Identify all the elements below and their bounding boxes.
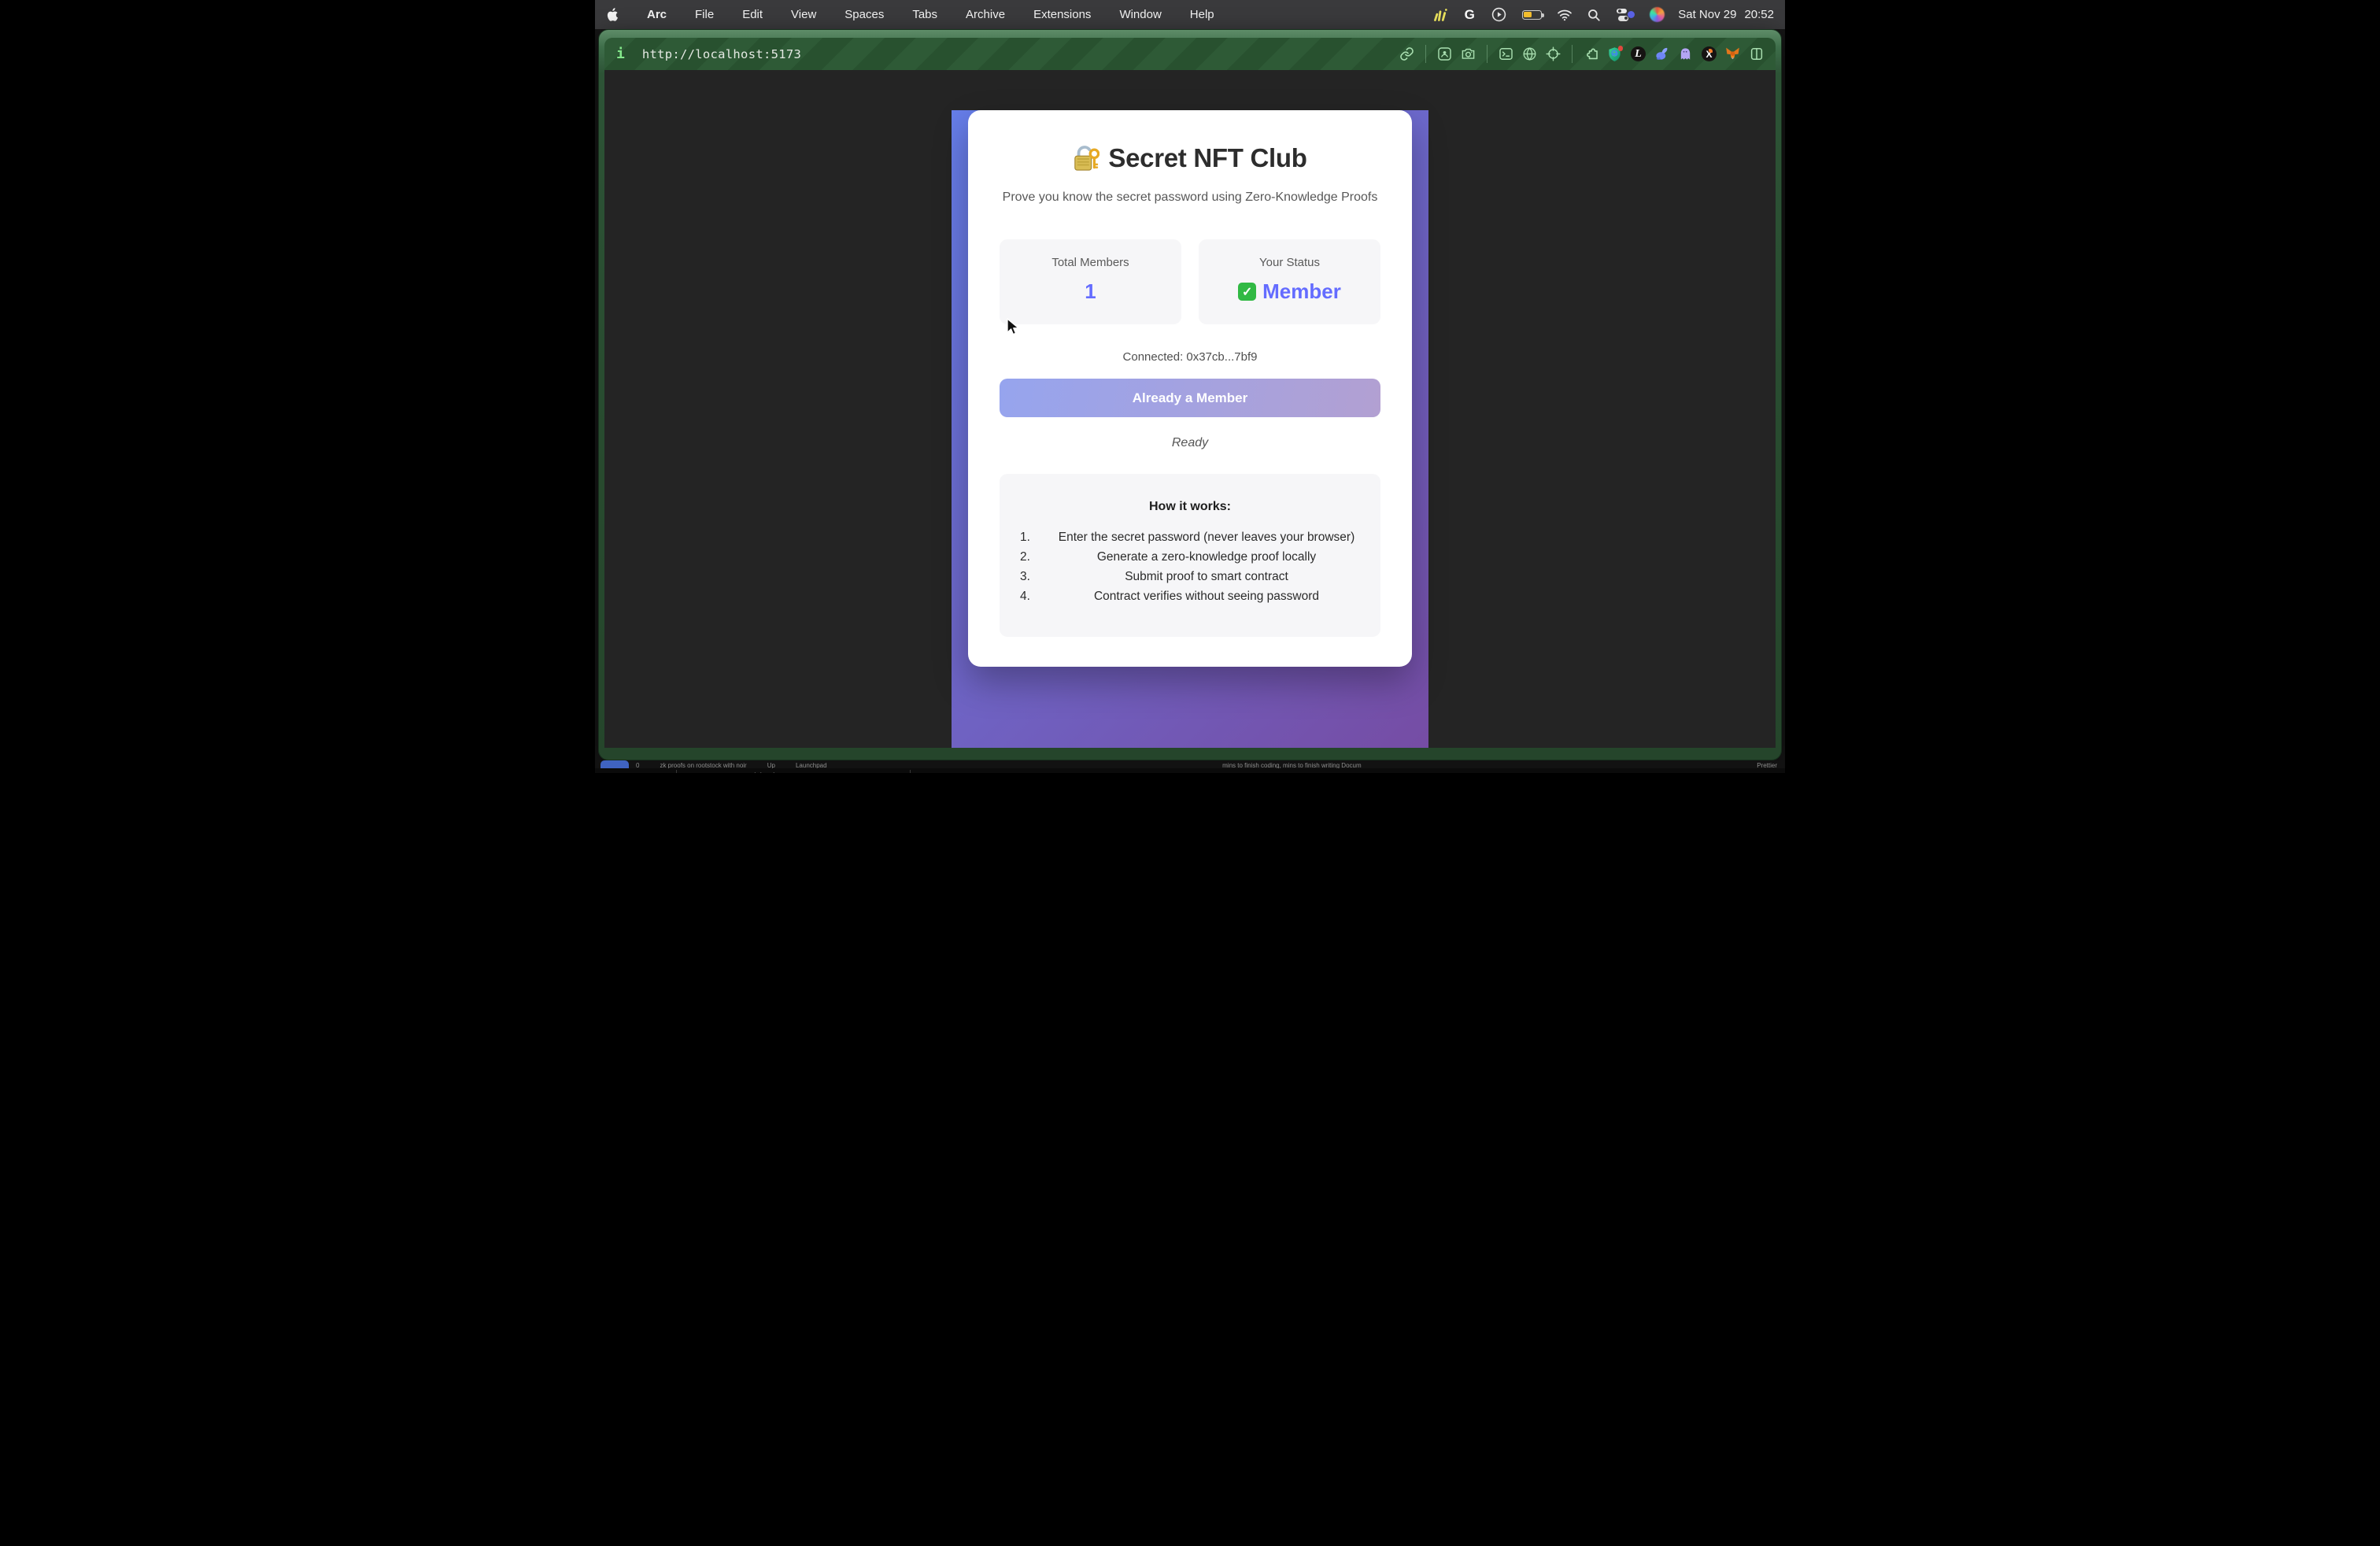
- your-status-value: ✓ Member: [1205, 279, 1374, 304]
- split-view-icon[interactable]: [1749, 46, 1764, 61]
- globe-icon[interactable]: [1522, 46, 1537, 61]
- background-document: Symbiosis Step 7: Deploy to Rootstock Te…: [595, 768, 1785, 773]
- extensions-puzzle-icon[interactable]: [1584, 46, 1598, 61]
- list-item: 3. Submit proof to smart contract: [1020, 569, 1360, 584]
- turbo-rabbit-icon[interactable]: [1654, 46, 1669, 61]
- secret-nft-club-card: Secret NFT Club Prove you know the secre…: [968, 110, 1412, 667]
- check-emoji-icon: ✓: [1238, 283, 1256, 301]
- menu-extensions[interactable]: Extensions: [1033, 8, 1091, 21]
- toolbar-icon-cluster: L X: [1399, 45, 1764, 63]
- macos-menubar: Arc File Edit View Spaces Tabs Archive E…: [595, 0, 1785, 29]
- stocks-icon[interactable]: [1432, 7, 1448, 23]
- apple-menu-icon[interactable]: [606, 7, 619, 22]
- how-it-works-list: 1. Enter the secret password (never leav…: [1020, 530, 1360, 604]
- page-subtitle: Prove you know the secret password using…: [1000, 190, 1380, 205]
- search-icon[interactable]: [1586, 7, 1602, 23]
- page-title: Secret NFT Club: [1000, 143, 1380, 173]
- adblock-shield-icon[interactable]: [1607, 46, 1622, 61]
- shield-badge-dot: [1618, 46, 1624, 51]
- siri-icon[interactable]: [1649, 7, 1665, 23]
- how-it-works-heading: How it works:: [1020, 500, 1360, 514]
- wifi-icon[interactable]: [1557, 7, 1572, 23]
- member-status-text: Member: [1262, 279, 1341, 304]
- x-wallet-icon[interactable]: X: [1702, 46, 1717, 61]
- list-item: 1. Enter the secret password (never leav…: [1020, 530, 1360, 545]
- menu-tabs[interactable]: Tabs: [912, 8, 937, 21]
- gradient-background: Secret NFT Club Prove you know the secre…: [952, 110, 1428, 748]
- arc-browser-window: i http://localhost:5173: [598, 29, 1782, 760]
- menu-window[interactable]: Window: [1119, 8, 1161, 21]
- step-text: Generate a zero-knowledge proof locally: [1053, 549, 1360, 564]
- url-field[interactable]: http://localhost:5173: [642, 47, 801, 61]
- step-text: Contract verifies without seeing passwor…: [1053, 589, 1360, 604]
- site-info-icon[interactable]: i: [616, 46, 625, 62]
- background-tab-title: Symbiosis: [734, 771, 780, 773]
- capture-image-icon[interactable]: [1437, 46, 1452, 61]
- menu-file[interactable]: File: [695, 8, 714, 21]
- menubar-clock[interactable]: Sat Nov 29 20:52: [1678, 8, 1774, 21]
- metamask-fox-icon[interactable]: [1725, 46, 1740, 61]
- mouse-cursor: [1007, 318, 1020, 337]
- divider: [676, 770, 677, 773]
- menu-help[interactable]: Help: [1190, 8, 1214, 21]
- clock-date: Sat Nov 29: [1678, 8, 1736, 21]
- step-number: 3.: [1020, 569, 1053, 584]
- grammarly-icon[interactable]: G: [1462, 7, 1477, 23]
- battery-icon[interactable]: [1520, 7, 1543, 23]
- your-status-card: Your Status ✓ Member: [1199, 239, 1380, 324]
- stats-row: Total Members 1 Your Status ✓ Member: [1000, 239, 1380, 324]
- toolbar-divider: [1487, 45, 1488, 63]
- status-text: Ready: [1000, 436, 1380, 450]
- toolbar-divider: [1425, 45, 1426, 63]
- terminal-icon[interactable]: [1499, 46, 1513, 61]
- page-title-text: Secret NFT Club: [1108, 143, 1306, 173]
- menu-archive[interactable]: Archive: [966, 8, 1005, 21]
- play-circle-icon[interactable]: [1491, 7, 1506, 23]
- browser-viewport: Secret NFT Club Prove you know the secre…: [604, 70, 1776, 748]
- lock-emoji-icon: [1073, 144, 1099, 172]
- how-it-works-box: How it works: 1. Enter the secret passwo…: [1000, 474, 1380, 637]
- list-item: 2. Generate a zero-knowledge proof local…: [1020, 549, 1360, 564]
- divider: [910, 770, 911, 773]
- background-editor-window[interactable]: 0 zk proofs on rootstock with noir Up La…: [595, 760, 1785, 773]
- apple-logo-icon: [606, 7, 619, 22]
- url-toolbar: i http://localhost:5173: [604, 38, 1776, 70]
- step-text: Enter the secret password (never leaves …: [1053, 530, 1360, 545]
- screen: Arc File Edit View Spaces Tabs Archive E…: [595, 0, 1785, 773]
- menu-edit[interactable]: Edit: [742, 8, 763, 21]
- total-members-card: Total Members 1: [1000, 239, 1181, 324]
- total-members-label: Total Members: [1006, 256, 1175, 269]
- copy-link-icon[interactable]: [1399, 46, 1414, 61]
- menu-arc[interactable]: Arc: [647, 8, 667, 21]
- list-item: 4. Contract verifies without seeing pass…: [1020, 589, 1360, 604]
- loom-icon[interactable]: L: [1631, 46, 1646, 61]
- picker-icon[interactable]: [1546, 46, 1561, 61]
- step-number: 2.: [1020, 549, 1053, 564]
- your-status-label: Your Status: [1205, 256, 1374, 269]
- step-number: 4.: [1020, 589, 1053, 604]
- screenshot-icon[interactable]: [1461, 46, 1476, 61]
- already-member-button[interactable]: Already a Member: [1000, 379, 1380, 417]
- phantom-ghost-icon[interactable]: [1678, 46, 1693, 61]
- total-members-value: 1: [1006, 279, 1175, 304]
- menu-spaces[interactable]: Spaces: [844, 8, 884, 21]
- menu-view[interactable]: View: [791, 8, 816, 21]
- step-number: 1.: [1020, 530, 1053, 545]
- control-center-icon[interactable]: [1615, 7, 1635, 23]
- step-text: Submit proof to smart contract: [1053, 569, 1360, 584]
- clock-time: 20:52: [1744, 8, 1774, 21]
- connected-address: Connected: 0x37cb...7bf9: [1000, 350, 1380, 364]
